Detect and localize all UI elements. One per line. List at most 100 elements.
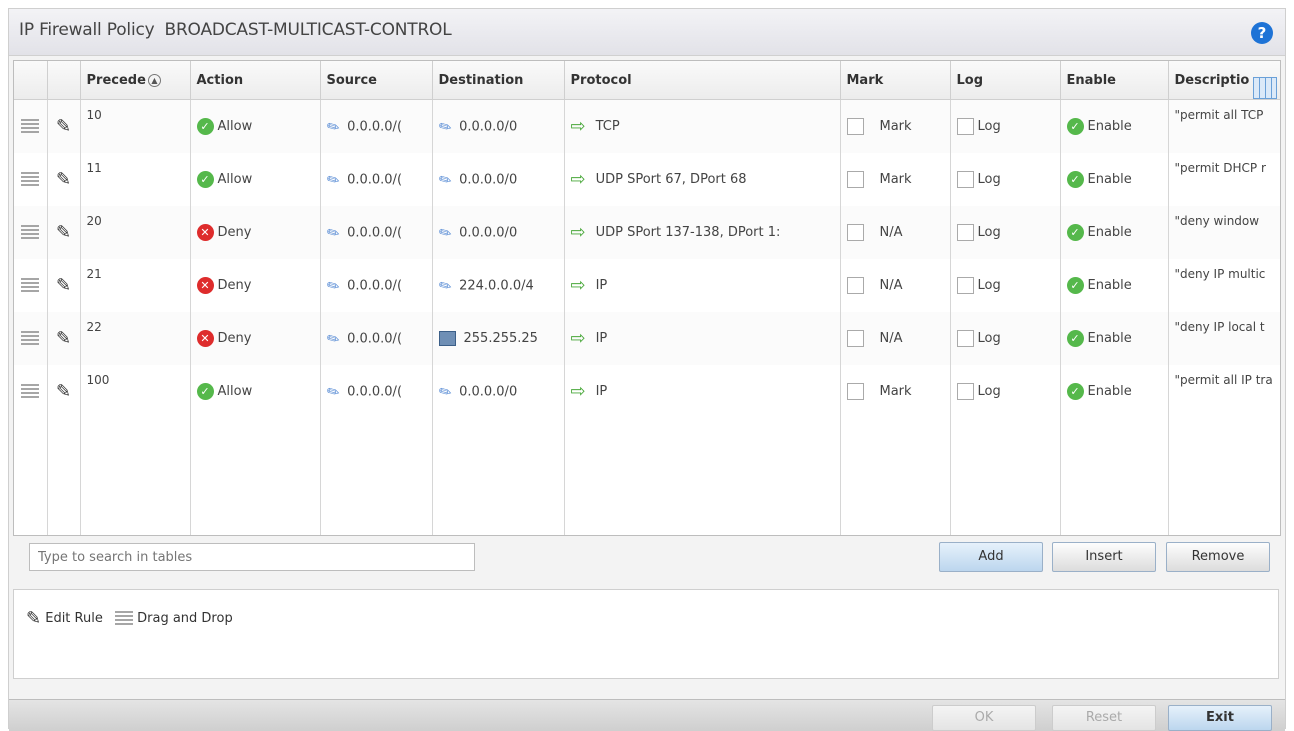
edit-icon[interactable]: ✎ [56, 328, 71, 349]
log-cell: Log [950, 99, 1061, 153]
drag-cell[interactable] [14, 206, 48, 259]
empty-cell [14, 463, 48, 508]
source-value: 0.0.0.0/( [347, 278, 403, 293]
edit-icon: ✎ [26, 608, 42, 629]
log-cell: Log [950, 153, 1061, 206]
precedence-cell: 100 [80, 365, 191, 418]
header-mark[interactable]: Mark [840, 61, 951, 100]
enabled-check-icon[interactable]: ✓ [1066, 224, 1084, 241]
enabled-check-icon[interactable]: ✓ [1066, 277, 1084, 294]
edit-icon[interactable]: ✎ [56, 169, 71, 190]
reset-button[interactable]: Reset [1052, 705, 1156, 731]
table-row[interactable]: ✎ 100 ✓ Allow ✎ 0.0.0.0/(✎ 0.0.0.0/0 ⇨ IP Mark Log… [14, 365, 1280, 418]
drag-handle-icon[interactable] [21, 277, 40, 294]
edit-cell[interactable]: ✎ [47, 365, 81, 418]
drag-cell[interactable] [14, 259, 48, 312]
enabled-check-icon[interactable]: ✓ [1066, 171, 1084, 188]
log-checkbox[interactable] [956, 171, 974, 188]
empty-cell [320, 418, 433, 463]
log-checkbox[interactable] [956, 224, 974, 241]
edit-icon[interactable]: ✎ [56, 381, 71, 402]
network-icon: ✎ [322, 221, 343, 244]
empty-cell [190, 463, 321, 508]
precedence-cell: 11 [80, 153, 191, 206]
mark-checkbox[interactable] [846, 383, 864, 400]
mark-checkbox[interactable] [846, 277, 864, 294]
column-picker-icon[interactable] [1253, 77, 1277, 99]
help-icon[interactable]: ? [1251, 22, 1273, 44]
empty-cell [432, 463, 565, 508]
header-enable[interactable]: Enable [1060, 61, 1169, 100]
mark-cell: N/A [840, 206, 951, 259]
insert-button[interactable]: Insert [1052, 542, 1156, 572]
header-source[interactable]: Source [320, 61, 433, 100]
empty-cell [950, 508, 1061, 535]
empty-cell [47, 463, 81, 508]
destination-value: 0.0.0.0/0 [459, 384, 518, 399]
header-protocol[interactable]: Protocol [564, 61, 841, 100]
add-button[interactable]: Add [939, 542, 1043, 572]
edit-icon[interactable]: ✎ [56, 275, 71, 296]
action-cell: ✓ Allow [190, 365, 321, 418]
log-checkbox[interactable] [956, 118, 974, 135]
enable-cell: ✓ Enable [1060, 365, 1169, 418]
header-action[interactable]: Action [190, 61, 321, 100]
empty-cell [950, 418, 1061, 463]
drag-cell[interactable] [14, 312, 48, 365]
log-checkbox[interactable] [956, 277, 974, 294]
ok-button[interactable]: OK [932, 705, 1036, 731]
drag-cell[interactable] [14, 365, 48, 418]
empty-cell [1168, 508, 1280, 535]
enabled-check-icon[interactable]: ✓ [1066, 330, 1084, 347]
drag-handle-icon[interactable] [21, 171, 40, 188]
drag-handle-icon[interactable] [21, 383, 40, 400]
drag-cell[interactable] [14, 99, 48, 153]
header-log[interactable]: Log [950, 61, 1061, 100]
drag-handle-icon[interactable] [21, 118, 40, 135]
edit-icon[interactable]: ✎ [56, 116, 71, 137]
mark-label: N/A [879, 225, 903, 240]
destination-cell: ✎ 0.0.0.0/0 [432, 365, 565, 418]
arrow-right-icon: ⇨ [570, 116, 586, 137]
window-title-label: IP Firewall Policy [19, 20, 155, 40]
edit-cell[interactable]: ✎ [47, 153, 81, 206]
header-precedence[interactable]: Precede ▲ [80, 61, 191, 100]
header-drag [14, 61, 48, 100]
table-row[interactable]: ✎ 22 ✕ Deny ✎ 0.0.0.0/(255.255.25 ⇨ IP N/A Log ✓ En… [14, 312, 1280, 365]
enabled-check-icon[interactable]: ✓ [1066, 118, 1084, 135]
sort-ascending-icon[interactable]: ▲ [147, 73, 161, 87]
log-checkbox[interactable] [956, 330, 974, 347]
action-label: Allow [217, 384, 253, 399]
drag-cell[interactable] [14, 153, 48, 206]
description-cell: "deny IP local t [1168, 312, 1280, 365]
network-icon: ✎ [322, 168, 343, 191]
edit-cell[interactable]: ✎ [47, 206, 81, 259]
network-icon: ✎ [322, 115, 343, 138]
log-checkbox[interactable] [956, 383, 974, 400]
table-row[interactable]: ✎ 10 ✓ Allow ✎ 0.0.0.0/(✎ 0.0.0.0/0 ⇨ TCP Mark Log… [14, 99, 1280, 153]
policy-name: BROADCAST-MULTICAST-CONTROL [164, 20, 452, 40]
protocol-value: TCP [595, 119, 620, 134]
edit-cell[interactable]: ✎ [47, 312, 81, 365]
mark-checkbox[interactable] [846, 118, 864, 135]
header-destination[interactable]: Destination [432, 61, 565, 100]
enabled-check-icon[interactable]: ✓ [1066, 383, 1084, 400]
search-input[interactable] [29, 543, 475, 571]
table-row[interactable]: ✎ 11 ✓ Allow ✎ 0.0.0.0/(✎ 0.0.0.0/0 ⇨ UDP SPort … [14, 153, 1280, 206]
mark-checkbox[interactable] [846, 224, 864, 241]
drag-handle-icon[interactable] [21, 330, 40, 347]
log-cell: Log [950, 312, 1061, 365]
table-row[interactable]: ✎ 20 ✕ Deny ✎ 0.0.0.0/(✎ 0.0.0.0/0 ⇨ UDP SPort 1… [14, 206, 1280, 259]
remove-button[interactable]: Remove [1166, 542, 1270, 572]
table-row[interactable]: ✎ 21 ✕ Deny ✎ 0.0.0.0/(✎ 224.0.0.0/4 ⇨ IP N/A Log ✓… [14, 259, 1280, 312]
exit-button[interactable]: Exit [1168, 705, 1272, 731]
mark-checkbox[interactable] [846, 171, 864, 188]
edit-icon[interactable]: ✎ [56, 222, 71, 243]
drag-handle-icon[interactable] [21, 224, 40, 241]
source-cell: ✎ 0.0.0.0/( [320, 259, 433, 312]
mark-checkbox[interactable] [846, 330, 864, 347]
empty-cell [47, 418, 81, 463]
edit-cell[interactable]: ✎ [47, 259, 81, 312]
mark-label: N/A [879, 278, 903, 293]
edit-cell[interactable]: ✎ [47, 99, 81, 153]
